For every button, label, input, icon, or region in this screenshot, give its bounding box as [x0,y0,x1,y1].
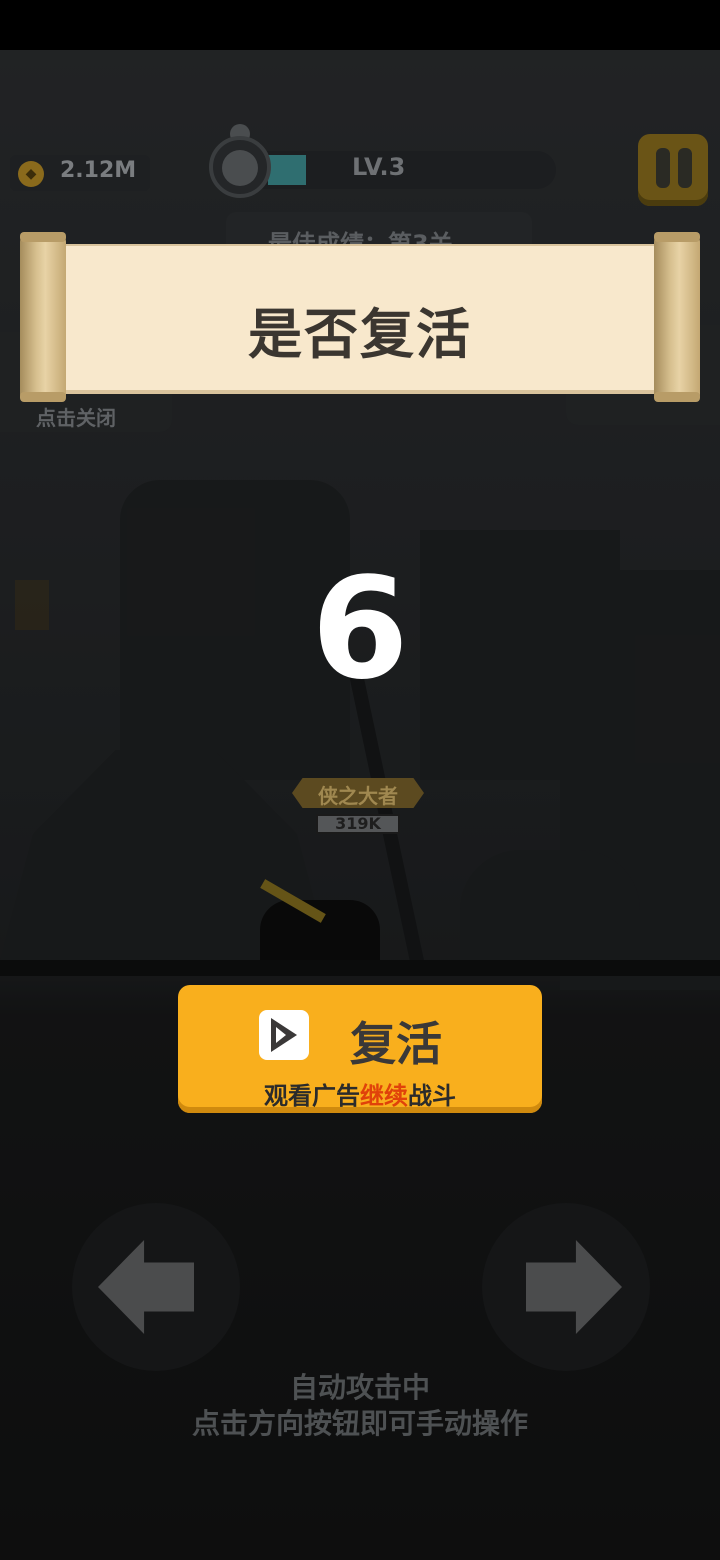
revive-countdown: 6 [311,548,409,711]
manual-control-hint: 点击方向按钮即可手动操作 [191,1407,528,1440]
revive-sub-prefix: 观看广告 [264,1082,360,1110]
level-progress-fill [268,155,306,185]
coin-value: 2.12M [60,158,137,183]
boss-name: 侠之大者 [318,784,398,808]
scroll-roller-cap [20,232,66,242]
revive-button-subtitle[interactable]: 观看广告继续战斗 [178,1076,542,1111]
status-bar [0,0,720,50]
revive-sub-suffix: 战斗 [408,1082,456,1110]
revive-sub-highlight: 继续 [360,1082,408,1110]
coin-icon: ◆ [18,161,44,187]
close-hint[interactable]: 点击关闭 [36,402,116,431]
scroll-roller-cap [20,392,66,402]
scroll-roller-right [654,234,700,402]
scroll-roller-cap [654,392,700,402]
dialog-title: 是否复活 [248,303,472,366]
pause-button[interactable] [638,134,708,206]
boss-hp: 319K [335,814,381,833]
level-label: LV.3 [352,153,406,181]
revive-button-label[interactable]: 复活 [350,1008,442,1074]
auto-attack-hint: 自动攻击中 [289,1371,430,1404]
scroll-roller-cap [654,232,700,242]
pause-icon [656,148,670,188]
avatar-face [222,150,258,186]
pause-icon-bar [678,148,692,188]
